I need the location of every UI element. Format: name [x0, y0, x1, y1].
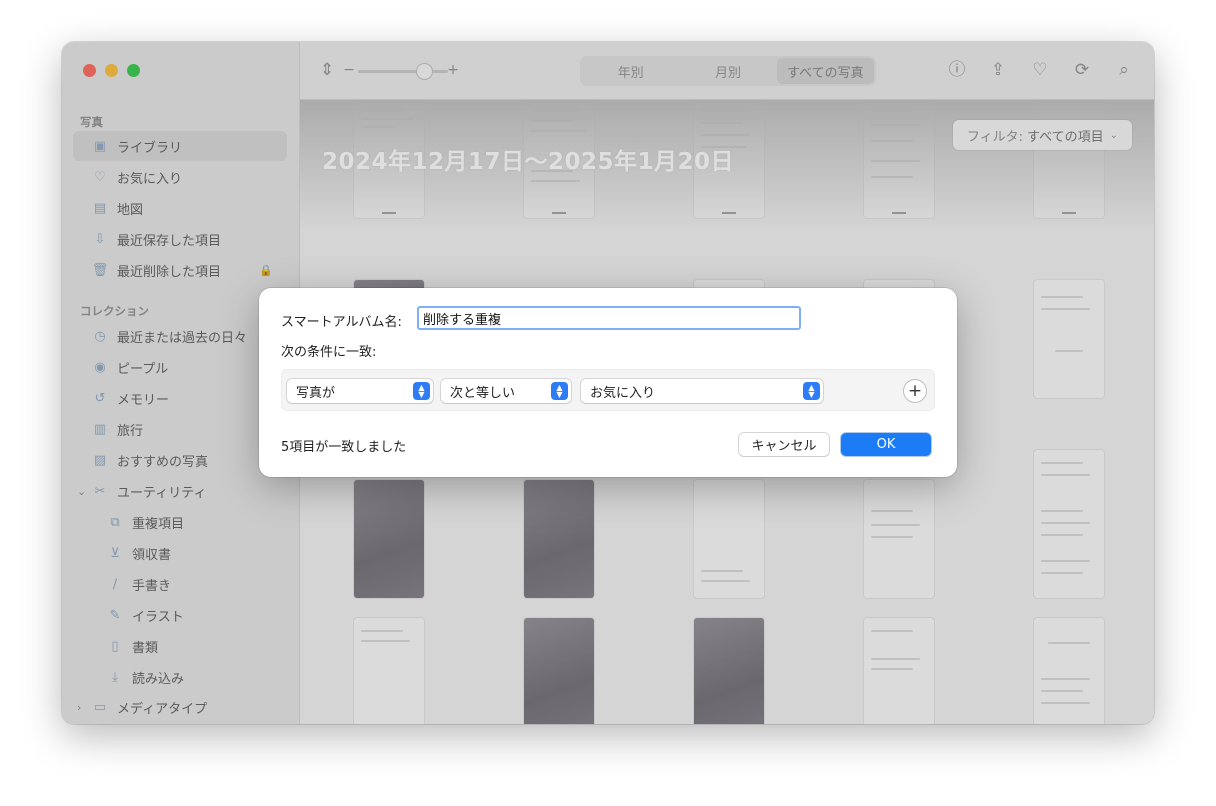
chevron-updown-icon: ▲ ▼ [803, 382, 820, 400]
cancel-button[interactable]: キャンセル [739, 433, 829, 456]
ok-button[interactable]: OK [841, 433, 931, 456]
plus-icon: + [907, 380, 923, 401]
album-name-label: スマートアルバム名: [281, 315, 402, 330]
add-condition-button[interactable]: + [904, 380, 926, 402]
album-name-input[interactable] [417, 306, 801, 330]
condition-field-value: 写真が [296, 385, 336, 401]
chevron-updown-icon: ▲ ▼ [551, 382, 568, 400]
match-count-text: 5項目が一致しました [281, 440, 407, 455]
condition-value-text: お気に入り [590, 385, 656, 401]
condition-operator-popup[interactable]: 次と等しい ▲ ▼ [441, 379, 571, 403]
condition-field-popup[interactable]: 写真が ▲ ▼ [287, 379, 433, 403]
chevron-updown-icon: ▲ ▼ [413, 382, 430, 400]
match-conditions-label: 次の条件に一致: [281, 345, 377, 360]
condition-row: 写真が ▲ ▼ 次と等しい ▲ ▼ お気に入り ▲ ▼ + [281, 369, 935, 411]
condition-operator-value: 次と等しい [450, 385, 516, 401]
condition-value-popup[interactable]: お気に入り ▲ ▼ [581, 379, 823, 403]
smart-album-dialog: スマートアルバム名: 次の条件に一致: 写真が ▲▼ 次と等しい ▲▼ お気に入… [259, 288, 957, 477]
